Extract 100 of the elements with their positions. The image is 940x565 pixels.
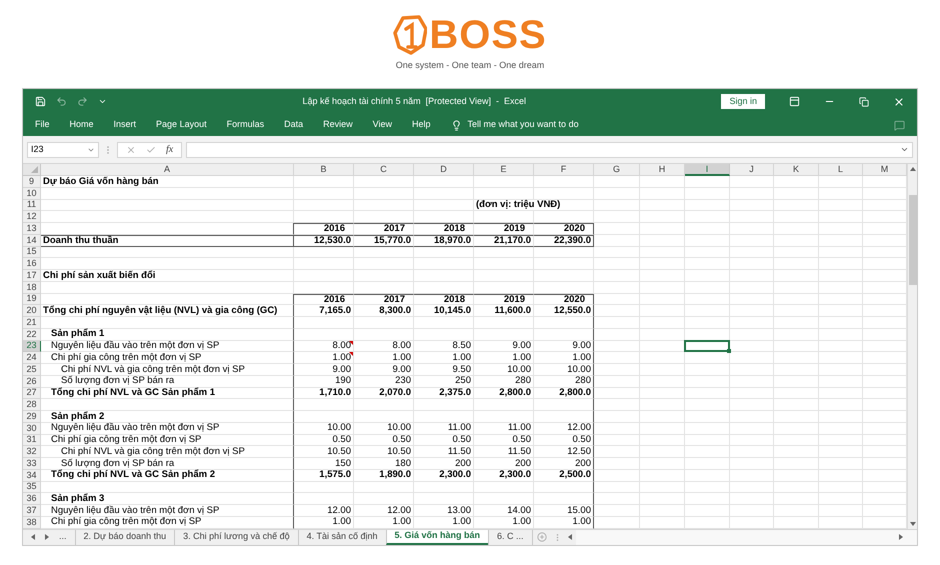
row-number[interactable]: 20	[23, 305, 41, 317]
ribbon-tab[interactable]: Home	[70, 118, 94, 132]
table-cell: 9.50	[414, 364, 474, 376]
row-number[interactable]: 32	[23, 446, 41, 458]
save-icon[interactable]	[35, 96, 46, 107]
column-header[interactable]: E	[474, 164, 534, 176]
column-header[interactable]: M	[863, 164, 907, 176]
name-box[interactable]: I23	[27, 142, 99, 158]
column-header[interactable]: H	[640, 164, 685, 176]
sheet-tab[interactable]: 2. Dự báo doanh thu	[74, 530, 174, 544]
column-header[interactable]: K	[774, 164, 819, 176]
column-header[interactable]: F	[534, 164, 594, 176]
scroll-up-icon[interactable]	[910, 167, 916, 171]
row-number[interactable]: 13	[23, 223, 41, 235]
row-number[interactable]: 26	[23, 376, 41, 388]
row-number[interactable]: 11	[23, 200, 41, 212]
row-number[interactable]: 21	[23, 317, 41, 329]
table-cell	[414, 482, 474, 494]
row-number[interactable]: 12	[23, 211, 41, 223]
table-cell	[685, 493, 730, 505]
row-number[interactable]: 35	[23, 482, 41, 494]
formula-input-field[interactable]	[186, 142, 913, 158]
next-sheet-icon[interactable]	[45, 534, 49, 540]
ribbon-tab[interactable]: Review	[323, 118, 353, 132]
row-number[interactable]: 31	[23, 434, 41, 446]
ribbon-display-icon[interactable]	[789, 96, 800, 107]
ribbon-tab[interactable]: Insert	[114, 118, 136, 132]
scroll-left-icon[interactable]	[568, 534, 572, 540]
row-number[interactable]: 30	[23, 422, 41, 434]
ribbon-tab[interactable]: Formulas	[226, 118, 264, 132]
restore-icon[interactable]	[859, 96, 869, 106]
table-cell	[414, 493, 474, 505]
row-number[interactable]: 34	[23, 470, 41, 482]
table-cell	[414, 258, 474, 270]
row-number[interactable]: 10	[23, 188, 41, 200]
table-cell	[685, 188, 730, 200]
table-cell	[774, 493, 819, 505]
column-header[interactable]: A	[41, 164, 294, 176]
row-number[interactable]: 24	[23, 352, 41, 364]
row-number[interactable]: 27	[23, 388, 41, 400]
table-cell	[594, 446, 640, 458]
vertical-scrollbar[interactable]	[907, 164, 917, 528]
row-number[interactable]: 23	[23, 340, 41, 352]
table-cell	[685, 422, 730, 434]
table-cell	[685, 434, 730, 446]
ribbon-tab[interactable]: View	[372, 118, 392, 132]
row-number[interactable]: 17	[23, 270, 41, 282]
column-header[interactable]: B	[294, 164, 354, 176]
table-cell	[640, 411, 685, 423]
expand-formula-icon[interactable]	[900, 145, 909, 154]
row-number[interactable]: 18	[23, 282, 41, 294]
row-number[interactable]: 9	[23, 176, 41, 188]
row-number[interactable]: 22	[23, 328, 41, 340]
sheet-tab[interactable]: 6. C ...	[488, 530, 532, 544]
tell-me-field[interactable]: Tell me what you want to do	[468, 118, 579, 132]
column-header[interactable]: I	[685, 164, 730, 176]
table-cell	[774, 505, 819, 517]
row-number[interactable]: 14	[23, 234, 41, 246]
row-number[interactable]: 37	[23, 505, 41, 517]
column-header[interactable]: C	[354, 164, 414, 176]
table-cell	[774, 482, 819, 494]
row-number[interactable]: 16	[23, 258, 41, 270]
row-number[interactable]: 33	[23, 458, 41, 470]
table-cell	[774, 270, 819, 282]
ribbon-tab[interactable]: Help	[412, 118, 431, 132]
customize-toolbar-icon[interactable]	[98, 97, 107, 106]
scrollbar-thumb[interactable]	[908, 195, 916, 285]
table-cell	[640, 470, 685, 482]
previous-sheet-icon[interactable]	[31, 534, 35, 540]
row-number[interactable]: 28	[23, 399, 41, 411]
table-cell	[640, 352, 685, 364]
close-icon[interactable]	[893, 96, 905, 108]
sign-in-button[interactable]: Sign in	[721, 94, 765, 109]
row-number[interactable]: 19	[23, 294, 41, 306]
table-cell	[730, 399, 774, 411]
row-number[interactable]: 25	[23, 364, 41, 376]
ribbon-tab[interactable]: Data	[284, 118, 304, 132]
table-cell: Tổng chi phí nguyên vật liệu (NVL) và gia công (GC)	[41, 305, 294, 317]
row-number[interactable]: 29	[23, 411, 41, 423]
column-header[interactable]: D	[414, 164, 474, 176]
scroll-right-icon[interactable]	[899, 534, 903, 540]
row-number[interactable]: 36	[23, 493, 41, 505]
column-header[interactable]: G	[594, 164, 640, 176]
table-cell: 0.50	[474, 434, 534, 446]
ribbon-tab[interactable]: File	[35, 118, 50, 132]
table-cell: 12,530.0	[294, 234, 354, 246]
more-sheets-button[interactable]: ...	[59, 530, 67, 544]
column-header[interactable]: L	[819, 164, 863, 176]
sheet-tab[interactable]: 3. Chi phí lương và chế độ	[174, 530, 298, 544]
column-header[interactable]: J	[730, 164, 774, 176]
sheet-tab[interactable]: 5. Giá vốn hàng bán	[386, 530, 488, 544]
row-number[interactable]: 38	[23, 516, 41, 528]
ribbon-tab[interactable]: Page Layout	[156, 118, 207, 132]
row-number[interactable]: 15	[23, 246, 41, 258]
table-cell	[594, 328, 640, 340]
horizontal-scrollbar[interactable]	[576, 530, 917, 544]
table-cell: 2018	[414, 223, 474, 235]
insert-function-button[interactable]: fx	[166, 142, 174, 157]
table-cell: 8.00	[354, 340, 414, 352]
table-cell	[730, 411, 774, 423]
